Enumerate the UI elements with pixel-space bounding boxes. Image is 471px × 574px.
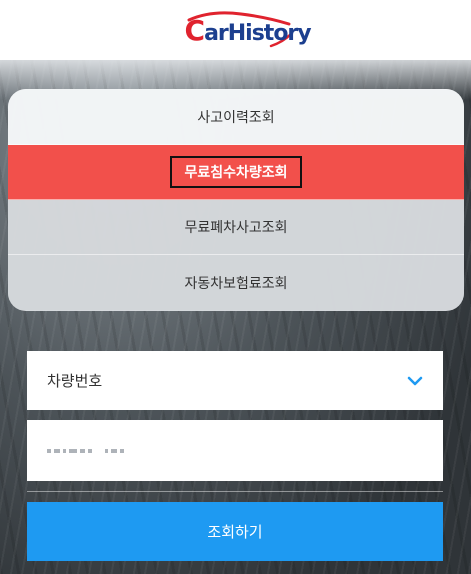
menu-item-insurance-premium[interactable]: 자동차보험료조회	[8, 255, 464, 310]
menu-item-accident-history[interactable]: 사고이력조회	[8, 89, 464, 145]
menu-item-label: 자동차보험료조회	[184, 275, 288, 292]
search-submit-label: 조회하기	[207, 523, 263, 541]
carhistory-logo[interactable]: CarHistory	[171, 8, 312, 52]
vehicle-number-input[interactable]	[27, 420, 443, 481]
logo-letter-c: C	[184, 14, 206, 47]
menu-item-flood-vehicle[interactable]: 무료침수차량조회	[8, 145, 464, 200]
menu-item-scrap-accident[interactable]: 무료폐차사고조회	[8, 200, 464, 255]
search-type-select[interactable]: 차량번호	[27, 351, 443, 410]
menu-item-label: 무료침수차량조회	[170, 156, 302, 188]
logo-wordmark: CarHistory	[185, 17, 312, 47]
chevron-down-icon	[407, 376, 423, 385]
divider	[27, 491, 443, 492]
search-submit-button[interactable]: 조회하기	[27, 502, 443, 561]
redacted-plate-text	[47, 448, 124, 453]
menu-item-label: 사고이력조회	[197, 109, 275, 126]
logo-letters-rest: arHistory	[204, 21, 312, 46]
search-type-value: 차량번호	[47, 372, 103, 390]
app-header: CarHistory	[0, 0, 471, 60]
lookup-menu: 사고이력조회 무료침수차량조회 무료폐차사고조회 자동차보험료조회	[8, 89, 464, 311]
menu-item-label: 무료폐차사고조회	[184, 220, 288, 236]
